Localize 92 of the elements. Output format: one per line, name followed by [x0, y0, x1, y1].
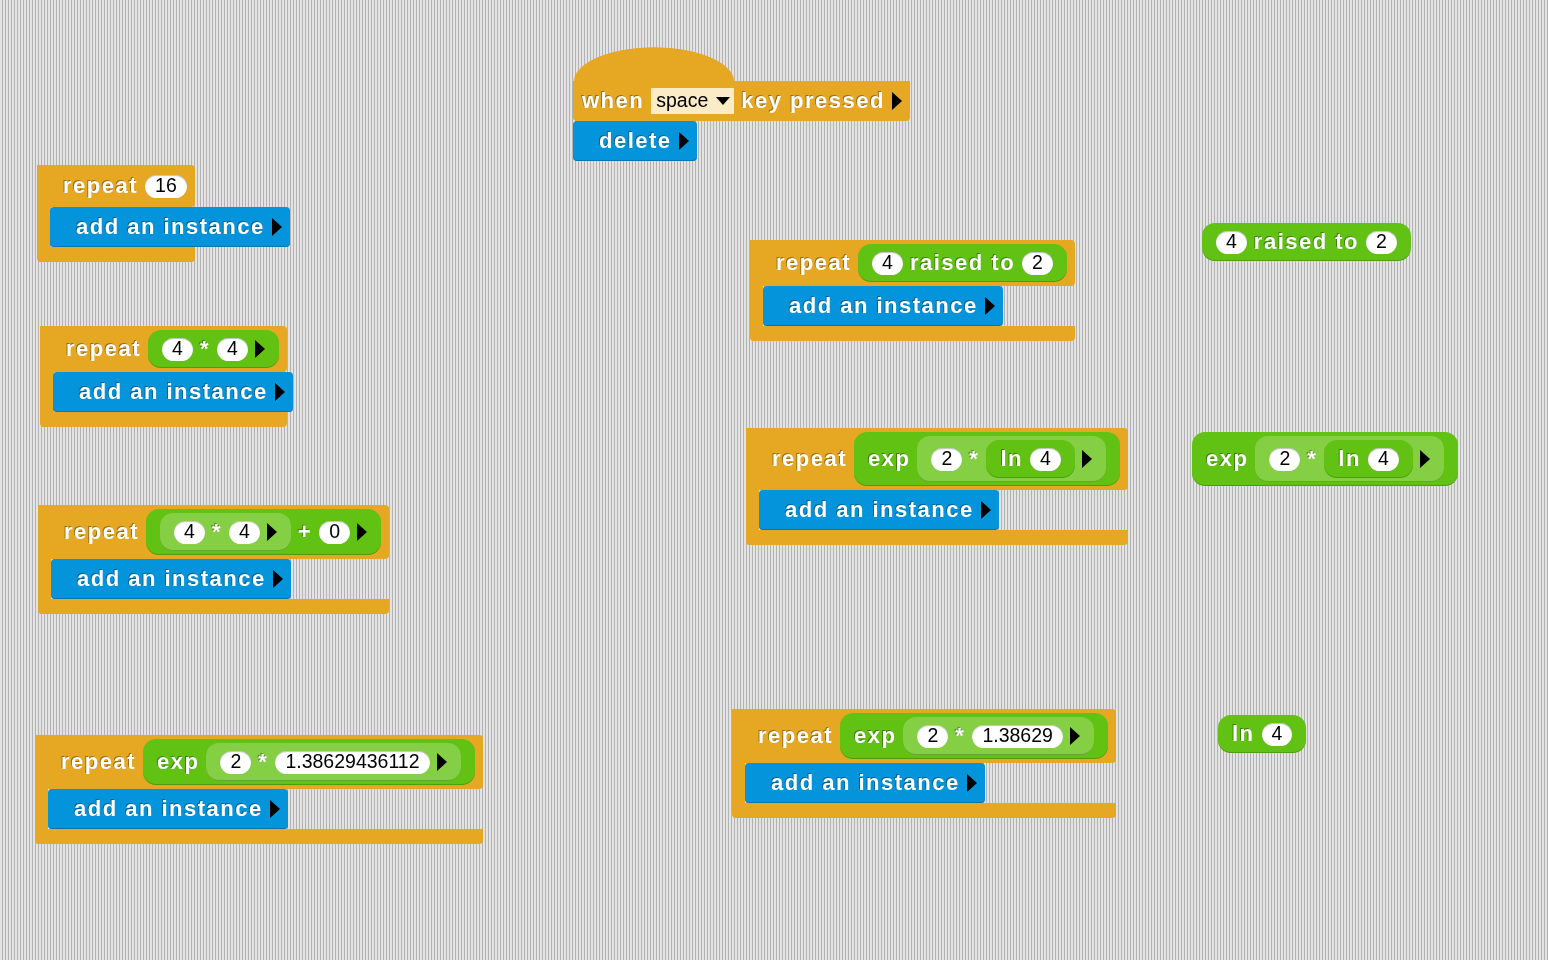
block-label: +: [297, 521, 313, 543]
block-label: add an instance: [76, 216, 265, 238]
number-slot[interactable]: 16: [145, 174, 187, 198]
block-label: *: [258, 751, 269, 773]
repeat-block[interactable]: repeat 4 * 4 + 0 add an instance: [38, 505, 390, 614]
block-label: *: [1307, 448, 1318, 470]
block-label: delete: [599, 130, 672, 152]
block-label: exp: [157, 751, 200, 773]
number-slot[interactable]: 2: [220, 750, 252, 774]
block-label: *: [955, 725, 966, 747]
number-slot[interactable]: 4: [1216, 230, 1247, 254]
number-slot[interactable]: 2: [931, 447, 963, 471]
block-label: exp: [1206, 448, 1249, 470]
reporter-block[interactable]: 2 * ln 4: [917, 436, 1106, 482]
number-slot[interactable]: 4: [1367, 447, 1399, 471]
block-label: raised to: [1253, 231, 1360, 253]
block-label: add an instance: [77, 568, 266, 590]
block-label: repeat: [66, 338, 142, 360]
block-label: repeat: [61, 751, 137, 773]
right-arrow-icon[interactable]: [269, 800, 280, 818]
reporter-block[interactable]: 4 * 4: [160, 513, 291, 551]
block-label: add an instance: [771, 772, 960, 794]
right-arrow-icon[interactable]: [274, 383, 285, 401]
reporter-block[interactable]: ln 4: [1218, 715, 1307, 753]
block-label: when: [582, 90, 645, 112]
number-slot[interactable]: 4: [1029, 447, 1061, 471]
block-label: add an instance: [785, 499, 974, 521]
right-arrow-icon[interactable]: [892, 92, 902, 110]
reporter-block[interactable]: ln 4: [986, 440, 1075, 478]
block-label: *: [199, 338, 210, 360]
right-arrow-icon[interactable]: [678, 132, 689, 150]
number-slot[interactable]: 2: [917, 724, 949, 748]
repeat-block[interactable]: repeat exp 2 * 1.38629436112 add an instance: [35, 735, 483, 844]
hat-block[interactable]: when space key pressed: [573, 47, 910, 121]
block-label: exp: [854, 725, 897, 747]
reporter-block[interactable]: 4 raised to 2: [858, 244, 1067, 282]
number-slot[interactable]: 2: [1366, 230, 1397, 254]
number-slot[interactable]: 1.38629436112: [275, 750, 430, 774]
repeat-block[interactable]: repeat 4 * 4 add an instance: [40, 326, 287, 427]
number-slot[interactable]: 4: [174, 520, 205, 544]
block-label: *: [969, 448, 980, 470]
right-arrow-icon[interactable]: [984, 297, 995, 315]
block-label: raised to: [909, 252, 1016, 274]
reporter-block[interactable]: exp 2 * ln 4: [854, 432, 1120, 486]
right-arrow-icon[interactable]: [966, 774, 977, 792]
reporter-block[interactable]: 4 * 4: [148, 330, 279, 368]
number-slot[interactable]: 1.38629: [972, 724, 1063, 748]
right-arrow-icon[interactable]: [980, 501, 991, 519]
block-label: ln: [1338, 448, 1361, 470]
right-arrow-icon[interactable]: [266, 523, 277, 541]
block-label: key pressed: [741, 90, 885, 112]
repeat-block[interactable]: repeat 4 raised to 2 add an instance: [750, 240, 1075, 341]
reporter-block[interactable]: exp 2 * ln 4: [1192, 432, 1458, 486]
block-label: repeat: [776, 252, 852, 274]
block-label: ln: [1232, 723, 1255, 745]
right-arrow-icon[interactable]: [272, 570, 283, 588]
repeat-block[interactable]: repeat exp 2 * 1.38629 add an instance: [732, 709, 1116, 818]
number-slot[interactable]: 0: [319, 520, 351, 544]
block-label: add an instance: [74, 798, 263, 820]
number-slot[interactable]: 4: [216, 337, 248, 361]
reporter-block[interactable]: exp 2 * 1.38629436112: [143, 739, 475, 785]
number-slot[interactable]: 2: [1022, 251, 1053, 275]
block-label: add an instance: [789, 295, 978, 317]
reporter-block[interactable]: 2 * 1.38629: [903, 717, 1094, 755]
block-label: ln: [1000, 448, 1023, 470]
block-label: repeat: [772, 448, 848, 470]
reporter-block[interactable]: 4 raised to 2: [1202, 223, 1411, 261]
right-arrow-icon[interactable]: [271, 218, 282, 236]
block-label: add an instance: [79, 381, 268, 403]
block-label: repeat: [63, 175, 139, 197]
right-arrow-icon[interactable]: [254, 340, 265, 358]
right-arrow-icon[interactable]: [1419, 450, 1430, 468]
number-slot[interactable]: 4: [228, 520, 260, 544]
block-label: exp: [868, 448, 911, 470]
block-label: *: [211, 521, 222, 543]
number-slot[interactable]: 2: [1269, 447, 1301, 471]
block-label: repeat: [64, 521, 140, 543]
reporter-block[interactable]: 2 * 1.38629436112: [206, 743, 461, 781]
caret-icon[interactable]: [716, 97, 731, 105]
block-label: repeat: [758, 725, 834, 747]
number-slot[interactable]: 4: [1261, 722, 1293, 746]
number-slot[interactable]: 4: [872, 251, 903, 275]
right-arrow-icon[interactable]: [1069, 727, 1080, 745]
right-arrow-icon[interactable]: [357, 523, 368, 541]
reporter-block[interactable]: 2 * ln 4: [1255, 436, 1444, 482]
right-arrow-icon[interactable]: [1081, 450, 1092, 468]
reporter-block[interactable]: exp 2 * 1.38629: [840, 713, 1108, 759]
number-slot[interactable]: 4: [162, 337, 193, 361]
right-arrow-icon[interactable]: [436, 753, 447, 771]
reporter-block[interactable]: 4 * 4 + 0: [146, 509, 382, 555]
dropdown-slot[interactable]: space: [651, 88, 735, 114]
reporter-block[interactable]: ln 4: [1324, 440, 1413, 478]
